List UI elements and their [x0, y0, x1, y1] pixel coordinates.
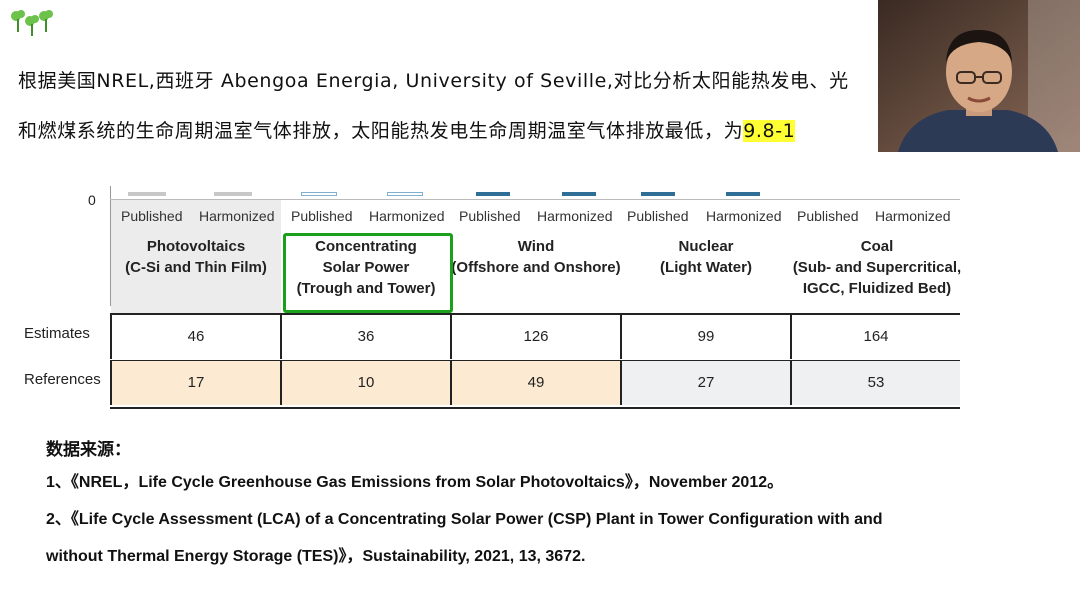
subheader-published: Published — [797, 208, 859, 224]
source-item-2-line-2: without Thermal Energy Storage (TES)》，Su… — [46, 548, 586, 565]
references-cell-coal: 53 — [790, 361, 960, 405]
references-cell-csp: 10 — [280, 361, 450, 405]
highlighted-value: 9.8-1 — [743, 120, 796, 142]
bar-csp-published — [301, 192, 337, 196]
subheader-published: Published — [291, 208, 353, 224]
subheader-published: Published — [121, 208, 183, 224]
estimates-cell-coal: 164 — [790, 315, 960, 359]
bar-wind-published — [476, 192, 510, 196]
presenter-video — [878, 0, 1080, 152]
subheader-harmonized: Harmonized — [199, 208, 275, 224]
csp-highlight-box — [283, 233, 453, 313]
axis-zero-label: 0 — [88, 192, 96, 208]
source-item-1: 1、《NREL，Life Cycle Greenhouse Gas Emissi… — [46, 474, 784, 491]
references-cell-wind: 49 — [450, 361, 620, 405]
lifecycle-emissions-table: 0 Published Harmonized Photovoltaics (C-… — [18, 186, 963, 409]
subheader-published: Published — [459, 208, 521, 224]
estimates-cell-wind: 126 — [450, 315, 620, 359]
subheader-published: Published — [627, 208, 689, 224]
estimates-cell-nuclear: 99 — [620, 315, 790, 359]
estimates-cell-pv: 46 — [110, 315, 280, 359]
row-label-estimates: Estimates — [24, 325, 90, 342]
headline-line-2-text: 和燃煤系统的生命周期温室气体排放，太阳能热发电生命周期温室气体排放最低，为 — [18, 120, 744, 142]
references-cell-pv: 17 — [110, 361, 280, 405]
source-item-2-line-1: 2、《Life Cycle Assessment (LCA) of a Conc… — [46, 511, 883, 528]
bar-csp-harmonized — [387, 192, 423, 196]
row-label-references: References — [24, 371, 101, 388]
references-cell-nuclear: 27 — [620, 361, 790, 405]
group-name: Wind (Offshore and Onshore) — [451, 238, 621, 276]
bar-nuclear-published — [641, 192, 675, 196]
subheader-harmonized: Harmonized — [537, 208, 613, 224]
headline-line-2: 和燃煤系统的生命周期温室气体排放，太阳能热发电生命周期温室气体排放最低，为9.8… — [18, 116, 796, 143]
bar-wind-harmonized — [562, 192, 596, 196]
estimates-cell-csp: 36 — [280, 315, 450, 359]
group-name: Photovoltaics (C-Si and Thin Film) — [125, 238, 267, 276]
bar-pv-published — [128, 192, 166, 196]
bar-pv-harmonized — [214, 192, 252, 196]
headline-line-1: 根据美国NREL,西班牙 Abengoa Energia, University… — [18, 70, 849, 92]
group-name: Nuclear (Light Water) — [660, 238, 752, 276]
subheader-harmonized: Harmonized — [706, 208, 782, 224]
group-nuclear: Published Harmonized Nuclear (Light Wate… — [621, 208, 791, 308]
group-coal: Published Harmonized Coal (Sub- and Supe… — [791, 208, 963, 308]
presenter-image — [878, 0, 1080, 152]
group-photovoltaics: Published Harmonized Photovoltaics (C-Si… — [111, 208, 281, 308]
group-name: Coal (Sub- and Supercritical, IGCC, Flui… — [792, 238, 962, 297]
subheader-harmonized: Harmonized — [875, 208, 951, 224]
data-grid: 46 36 126 99 164 17 10 49 27 53 — [110, 313, 960, 409]
sources-title: 数据来源： — [46, 440, 131, 459]
bar-nuclear-harmonized — [726, 192, 760, 196]
tree-logo-icon — [11, 10, 53, 36]
subheader-harmonized: Harmonized — [369, 208, 445, 224]
group-wind: Published Harmonized Wind (Offshore and … — [451, 208, 621, 308]
